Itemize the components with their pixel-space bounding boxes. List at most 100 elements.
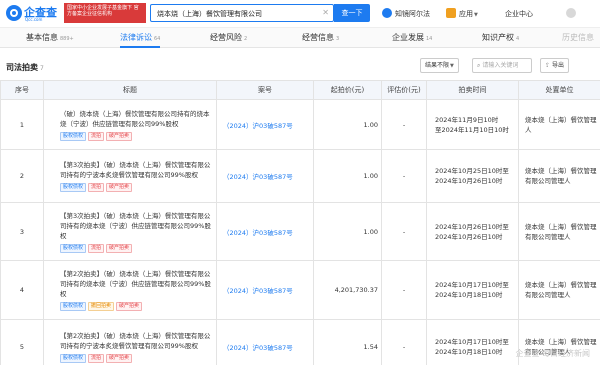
- status-badge: 股权债权: [60, 302, 87, 311]
- status-badge: 破产拍卖: [106, 354, 133, 363]
- col-header-disposal-unit: 处置单位: [518, 80, 600, 100]
- case-number-link[interactable]: （2024）沪03破587号: [216, 319, 314, 365]
- logo-icon: [6, 5, 22, 21]
- avatar[interactable]: [566, 8, 576, 18]
- disposal-unit: 烧本烧（上海）餐饮管理有限公司管理人: [518, 202, 600, 261]
- auction-title-link[interactable]: 【第3次拍卖】（破）烧本烧（上海）餐饮管理有限公司持有的宁波本炙烧餐饮管理有限公…: [60, 160, 212, 180]
- col-header-start-price[interactable]: 起拍价(元): [313, 80, 382, 100]
- status-badge: 股权债权: [60, 183, 87, 192]
- tab-label: 法律诉讼: [120, 33, 152, 42]
- auction-start: 2024年10月17日10时至: [435, 338, 509, 346]
- result-filter-select[interactable]: 结果不限▼: [420, 58, 459, 73]
- clear-icon[interactable]: ✕: [322, 8, 329, 17]
- start-price: 1.54: [313, 319, 382, 365]
- col-header-auction-time[interactable]: 拍卖时间: [426, 80, 519, 100]
- brand-sub: Qcc.com: [25, 17, 43, 22]
- status-badge: 流拍: [88, 243, 105, 253]
- auction-title-cell: 【第2次拍卖】（破）烧本烧（上海）餐饮管理有限公司持有的宁波本炙烧餐饮管理有限公…: [43, 319, 217, 365]
- auction-title-link[interactable]: 【第2次拍卖】（破）烧本烧（上海）餐饮管理有限公司持有的宁波本炙烧餐饮管理有限公…: [60, 331, 212, 351]
- disposal-unit: 烧本烧（上海）餐饮管理人: [518, 99, 600, 150]
- export-button[interactable]: ⇪ 导出: [540, 58, 570, 73]
- eval-price: -: [381, 319, 427, 365]
- status-badge: 破产拍卖: [106, 183, 133, 192]
- search-button[interactable]: 查一下: [334, 4, 370, 22]
- status-badge: 破产拍卖: [106, 131, 133, 141]
- tag-group: 股权债权 撤回拍卖 破产拍卖: [60, 300, 212, 311]
- auction-end: 至2024年11月10日10时: [435, 125, 509, 134]
- app-menu[interactable]: 应用▼: [459, 9, 478, 19]
- row-index: 3: [0, 202, 44, 261]
- tab-label: 经营风险: [210, 33, 242, 42]
- tab-development[interactable]: 企业发展 14: [392, 32, 432, 43]
- tab-label: 历史信息: [562, 33, 594, 42]
- start-price: 1.00: [313, 149, 382, 203]
- auction-start: 2024年10月26日10时至: [435, 222, 509, 231]
- brand-link[interactable]: 知镜阿尔法: [395, 9, 430, 19]
- tab-legal[interactable]: 法律诉讼 64: [120, 32, 161, 48]
- tab-business-risk[interactable]: 经营风险 2: [210, 32, 247, 43]
- section-title: 司法拍卖 7: [6, 62, 44, 73]
- row-index: 5: [0, 319, 44, 365]
- start-price: 1.00: [313, 99, 382, 150]
- auction-start: 2024年10月25日10时至: [435, 167, 509, 175]
- auction-end: 2024年10月26日10时: [435, 177, 503, 185]
- col-header-eval-price[interactable]: 评估价(元): [381, 80, 427, 100]
- table-row: 3 【第3次拍卖】（破）烧本烧（上海）餐饮管理有限公司持有的烧本烧（宁波）供应链…: [0, 202, 600, 261]
- auction-title-cell: 【第3次拍卖】（破）烧本烧（上海）餐饮管理有限公司持有的宁波本炙烧餐饮管理有限公…: [43, 149, 217, 203]
- start-price: 1.00: [313, 202, 382, 261]
- tab-basic-info[interactable]: 基本信息 889+: [26, 32, 74, 43]
- filter-label: 结果不限: [425, 62, 450, 69]
- auction-title-link[interactable]: 【第2次拍卖】（破）烧本烧（上海）餐饮管理有限公司持有的烧本烧（宁波）供应链管理…: [60, 269, 212, 299]
- tab-count: 4: [516, 36, 520, 42]
- tab-count: 64: [154, 36, 161, 42]
- table-row: 2 【第3次拍卖】（破）烧本烧（上海）餐饮管理有限公司持有的宁波本炙烧餐饮管理有…: [0, 149, 600, 203]
- status-badge: 撤回拍卖: [88, 302, 115, 311]
- case-number-link[interactable]: （2024）沪03破587号: [216, 99, 314, 150]
- auction-title-link[interactable]: （破）烧本烧（上海）餐饮管理有限公司持有的烧本烧（宁波）供应链管理有限公司99%…: [60, 109, 212, 129]
- status-badge: 股权债权: [60, 131, 87, 141]
- col-header-title: 标题: [43, 80, 217, 100]
- auction-time: 2024年10月25日10时至 2024年10月26日10时: [426, 149, 519, 203]
- table-row: 1 （破）烧本烧（上海）餐饮管理有限公司持有的烧本烧（宁波）供应链管理有限公司9…: [0, 99, 600, 150]
- auction-time: 2024年11月9日10时 至2024年11月10日10时: [426, 99, 519, 150]
- auction-end: 2024年10月18日10时: [435, 291, 503, 299]
- tab-count: 2: [244, 36, 248, 42]
- search-value: 烧本烧（上海）餐饮管理有限公司: [157, 10, 262, 18]
- table-header-row: 序号 标题 案号 起拍价(元) 评估价(元) 拍卖时间 处置单位: [0, 80, 600, 100]
- eval-price: -: [381, 149, 427, 203]
- tab-label: 基本信息: [26, 33, 58, 42]
- case-number-link[interactable]: （2024）沪03破587号: [216, 202, 314, 261]
- status-badge: 破产拍卖: [106, 243, 133, 253]
- tab-history[interactable]: 历史信息: [562, 32, 594, 43]
- row-index: 2: [0, 149, 44, 203]
- search-input[interactable]: 烧本烧（上海）餐饮管理有限公司 ✕: [150, 4, 334, 22]
- brand-logo[interactable]: 企查查 Qcc.com: [6, 3, 60, 25]
- auction-title-cell: （破）烧本烧（上海）餐饮管理有限公司持有的烧本烧（宁波）供应链管理有限公司99%…: [43, 99, 217, 150]
- tag-group: 股权债权 流拍 破产拍卖: [60, 352, 212, 363]
- enterprise-center-link[interactable]: 企业中心: [505, 9, 533, 19]
- main-tabs: 基本信息 889+ 法律诉讼 64 经营风险 2 经营信息 3 企业发展 14 知识产权 4…: [0, 28, 600, 48]
- chevron-down-icon: ▼: [450, 63, 454, 69]
- auction-title-link[interactable]: 【第3次拍卖】（破）烧本烧（上海）餐饮管理有限公司持有的烧本烧（宁波）供应链管理…: [60, 211, 212, 241]
- auction-title-cell: 【第2次拍卖】（破）烧本烧（上海）餐饮管理有限公司持有的烧本烧（宁波）供应链管理…: [43, 260, 217, 320]
- auction-time: 2024年10月26日10时至 2024年10月26日10时: [426, 202, 519, 261]
- case-number-link[interactable]: （2024）沪03破587号: [216, 260, 314, 320]
- col-header-case: 案号: [216, 80, 314, 100]
- tab-ip[interactable]: 知识产权 4: [482, 32, 519, 43]
- tab-business-info[interactable]: 经营信息 3: [302, 32, 339, 43]
- chevron-down-icon: ▼: [474, 12, 478, 18]
- export-label: 导出: [552, 62, 565, 69]
- app-icon: [446, 8, 456, 18]
- table-row: 5 【第2次拍卖】（破）烧本烧（上海）餐饮管理有限公司持有的宁波本炙烧餐饮管理有…: [0, 319, 600, 365]
- eval-price: -: [381, 260, 427, 320]
- auction-start: 2024年11月9日10时: [435, 115, 499, 124]
- case-number-link[interactable]: （2024）沪03破587号: [216, 149, 314, 203]
- keyword-placeholder: 请输入关键词: [482, 62, 519, 69]
- auction-start: 2024年10月17日10时至: [435, 281, 509, 289]
- brand-link-icon: [382, 8, 392, 18]
- tag-group: 股权债权 流拍 破产拍卖: [60, 242, 212, 253]
- disposal-unit: 烧本烧（上海）餐饮管理有限公司管理人: [518, 149, 600, 203]
- watermark: 企查查 每日经济新闻: [515, 349, 590, 358]
- keyword-search-input[interactable]: ⌕ 请输入关键词: [472, 58, 532, 73]
- auction-end: 2024年10月18日10时: [435, 348, 503, 356]
